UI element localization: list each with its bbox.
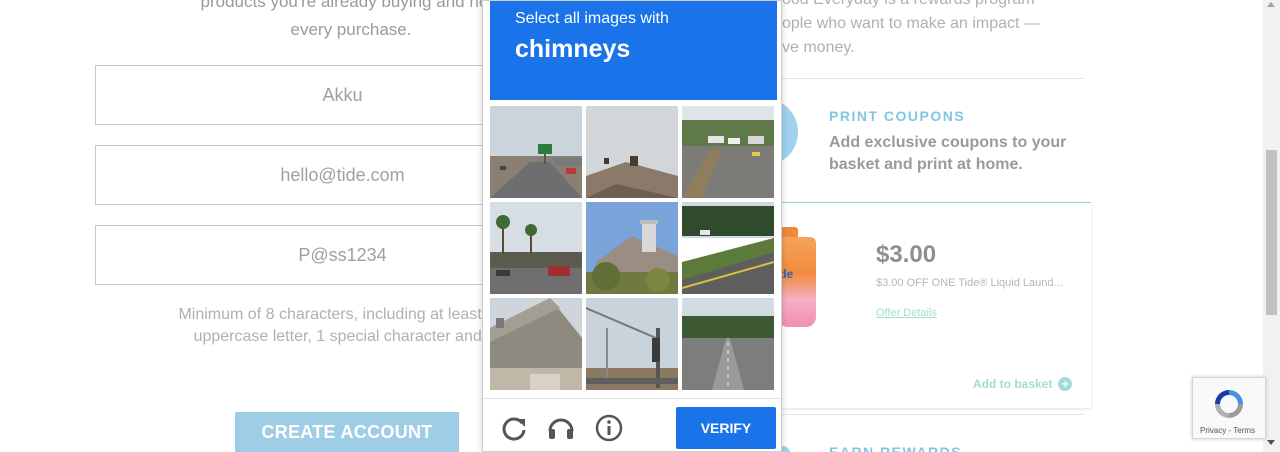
tile-6-image [682,202,774,294]
product-image [778,237,816,327]
scroll-up-arrow-icon[interactable] [1267,2,1275,7]
captcha-tile-9[interactable] [682,298,774,390]
promo-line-2: ople who want to make an impact — [782,15,1040,32]
info-icon[interactable] [592,411,626,445]
scroll-thumb[interactable] [1266,150,1277,315]
captcha-tile-5[interactable] [586,202,678,294]
promo-divider-bottom [782,414,1084,415]
coupon-card: ide $3.00 $3.00 OFF ONE Tide® Liquid Lau… [760,202,1091,408]
scroll-down-arrow-icon[interactable] [1267,440,1275,445]
recaptcha-links[interactable]: Privacy - Terms [1200,426,1255,435]
feature2-title: EARN REWARDS [829,444,963,452]
coupon-price: $3.00 [876,241,937,268]
captcha-challenge: Select all images with chimneys VERIFY [482,0,782,452]
captcha-instruction: Select all images with [515,10,669,27]
tile-1-image [490,106,582,198]
promo-divider-top [782,78,1084,79]
captcha-tile-8[interactable] [586,298,678,390]
promo-description: ood Everyday is a rewards program ople w… [782,0,1082,60]
recaptcha-logo-icon [1215,390,1243,418]
captcha-header: Select all images with chimneys [490,1,777,100]
promo-line-1: ood Everyday is a rewards program [782,0,1082,12]
captcha-tile-1[interactable] [490,106,582,198]
captcha-image-grid [490,106,776,392]
offer-details-link[interactable]: Offer Details [876,307,937,319]
captcha-tile-7[interactable] [490,298,582,390]
captcha-tile-3[interactable] [682,106,774,198]
verify-button[interactable]: VERIFY [676,407,776,449]
feature-title: PRINT COUPONS [829,108,966,124]
captcha-tile-2[interactable] [586,106,678,198]
add-to-basket-label: Add to basket [973,377,1053,391]
captcha-target: chimneys [515,35,631,63]
captcha-tile-4[interactable] [490,202,582,294]
feature-description: Add exclusive coupons to your basket and… [829,134,1067,173]
audio-icon[interactable] [544,411,578,445]
tile-3-image [682,106,774,198]
recaptcha-badge[interactable]: Privacy - Terms [1192,377,1266,439]
tile-5-image [586,202,678,294]
create-account-button[interactable]: CREATE ACCOUNT [235,412,459,452]
reload-icon[interactable] [497,411,531,445]
plus-circle-icon: + [1058,377,1073,391]
tile-9-image [682,298,774,390]
tile-8-image [586,298,678,390]
tile-4-image [490,202,582,294]
captcha-tile-6[interactable] [682,202,774,294]
page: products you're already buying and help … [0,0,1280,452]
add-to-basket-button[interactable]: Add to basket + [973,377,1073,391]
promo-line-3: ve money. [782,39,855,56]
tile-2-image [586,106,678,198]
tile-7-image [490,298,582,390]
coupon-description: $3.00 OFF ONE Tide® Liquid Laund... [876,277,1063,289]
captcha-footer-divider [483,398,781,399]
